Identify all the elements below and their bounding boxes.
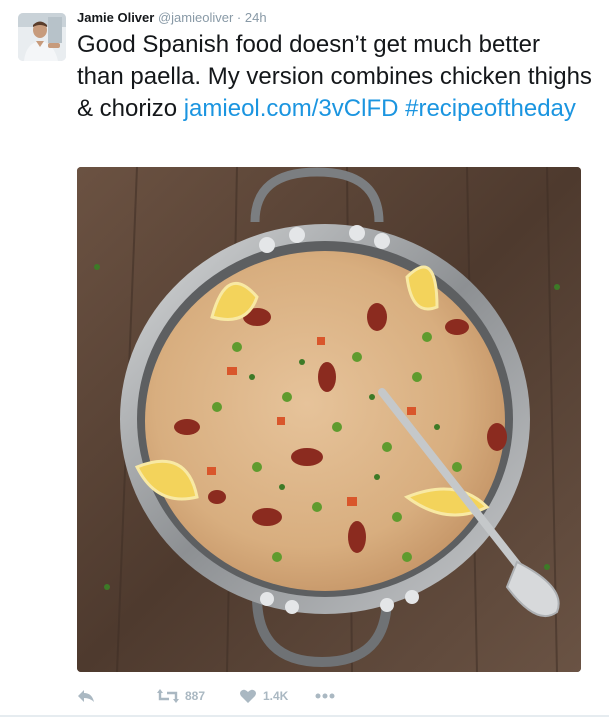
hashtag-link[interactable]: #recipeoftheday	[405, 95, 576, 122]
tweet-header: Jamie Oliver @jamieoliver · 24h	[77, 10, 267, 25]
avatar[interactable]	[18, 13, 66, 61]
heart-icon	[240, 689, 256, 703]
tweet-actions: 887 1.4K	[77, 683, 497, 709]
tweet-link[interactable]: jamieol.com/3vClFD	[184, 95, 399, 122]
like-count: 1.4K	[263, 689, 289, 703]
paella-pan-photo-icon	[77, 167, 581, 672]
author-name[interactable]: Jamie Oliver	[77, 10, 154, 25]
tweet-timestamp[interactable]: 24h	[245, 10, 267, 25]
reply-icon	[78, 690, 94, 702]
tweet: Jamie Oliver @jamieoliver · 24h Good Spa…	[0, 0, 609, 717]
tweet-text: Good Spanish food doesn’t get much bette…	[77, 29, 592, 125]
profile-photo-icon	[18, 13, 66, 61]
retweet-button[interactable]: 887	[157, 683, 205, 709]
author-handle[interactable]: @jamieoliver	[158, 10, 233, 25]
retweet-count: 887	[185, 689, 206, 703]
tweet-photo[interactable]	[77, 167, 581, 672]
separator-dot: ·	[236, 10, 242, 25]
like-button[interactable]: 1.4K	[239, 683, 288, 709]
more-icon	[315, 693, 335, 699]
retweet-icon	[157, 689, 179, 703]
more-button[interactable]	[315, 683, 335, 709]
reply-button[interactable]	[77, 683, 95, 709]
